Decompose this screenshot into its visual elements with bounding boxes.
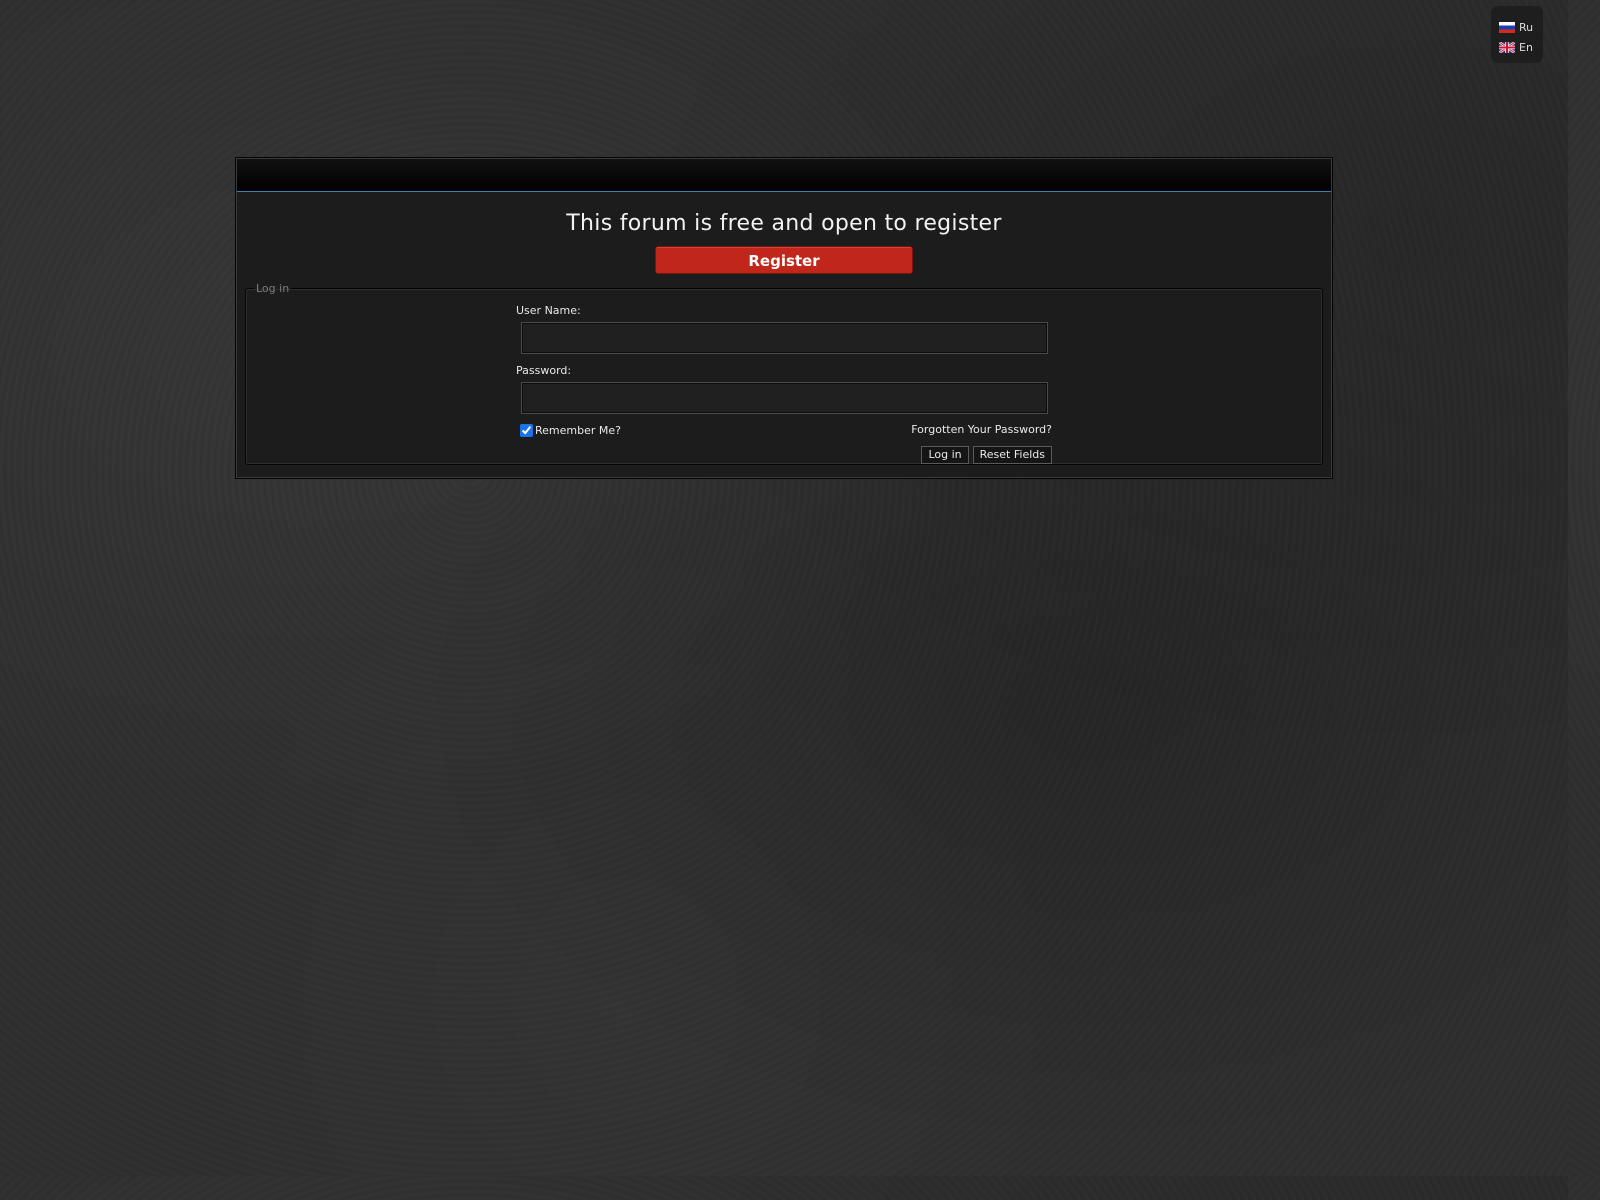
login-legend: Log in [256, 282, 290, 295]
language-en[interactable]: En [1499, 37, 1543, 57]
register-button[interactable]: Register [655, 246, 913, 274]
language-switcher: Ru En [1491, 6, 1543, 63]
username-label: User Name: [516, 304, 581, 317]
login-options: Remember Me? Forgotten Your Password? Lo… [516, 423, 1056, 464]
russia-flag-icon [1499, 21, 1515, 33]
username-input[interactable] [521, 322, 1048, 354]
login-fieldset: Log in User Name: Password: Remember Me?… [245, 282, 1323, 465]
reset-fields-button[interactable]: Reset Fields [972, 446, 1052, 464]
language-ru-label: Ru [1519, 20, 1534, 34]
remember-me-checkbox[interactable] [520, 424, 533, 437]
login-button[interactable]: Log in [921, 446, 969, 464]
password-label: Password: [516, 364, 572, 377]
language-ru[interactable]: Ru [1499, 17, 1543, 37]
forgot-password-link[interactable]: Forgotten Your Password? [911, 423, 1052, 436]
login-buttons: Log in Reset Fields [917, 446, 1052, 464]
login-panel: This forum is free and open to register … [235, 157, 1333, 479]
remember-me[interactable]: Remember Me? [520, 424, 621, 437]
page-title: This forum is free and open to register [566, 211, 1002, 236]
remember-me-label: Remember Me? [535, 424, 621, 437]
language-en-label: En [1519, 40, 1533, 54]
panel-header [237, 159, 1331, 192]
uk-flag-icon [1499, 41, 1515, 53]
login-form: User Name: Password: Remember Me? Forgot… [516, 303, 1056, 464]
password-input[interactable] [521, 382, 1048, 414]
